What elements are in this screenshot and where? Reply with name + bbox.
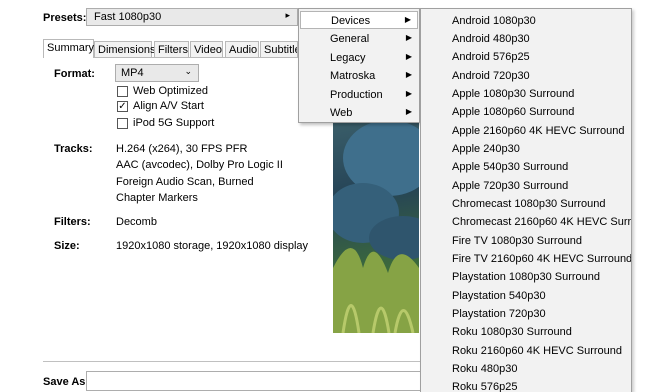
format-label: Format:: [54, 68, 95, 80]
submenu-item[interactable]: Roku 2160p60 4K HEVC Surround: [452, 345, 622, 357]
size-label: Size:: [54, 240, 80, 252]
tab-subtitles[interactable]: Subtitle: [260, 41, 298, 57]
menu-item-web[interactable]: Web ▶: [300, 104, 418, 122]
menu-item-label: Web: [330, 107, 353, 119]
align-av-checkbox[interactable]: ✓: [117, 101, 128, 112]
submenu-item[interactable]: Android 576p25: [452, 51, 530, 63]
submenu-item[interactable]: Fire TV 1080p30 Surround: [452, 235, 582, 247]
menu-item-label: Legacy: [330, 52, 366, 64]
save-as-label: Save As:: [43, 376, 90, 388]
size-value: 1920x1080 storage, 1920x1080 display: [116, 240, 309, 252]
submenu-item[interactable]: Android 480p30: [452, 33, 530, 45]
submenu-item[interactable]: Roku 480p30: [452, 363, 517, 375]
chevron-down-icon: ⌄: [184, 66, 192, 76]
web-optimized-checkbox[interactable]: [117, 86, 128, 97]
submenu-item[interactable]: Apple 540p30 Surround: [452, 161, 568, 173]
track-subtitle: Foreign Audio Scan, Burned: [116, 176, 254, 188]
checkmark-icon: ✓: [118, 101, 127, 112]
track-chapters: Chapter Markers: [116, 192, 198, 204]
ipod-support-label: iPod 5G Support: [133, 117, 215, 129]
tracks-label: Tracks:: [54, 143, 93, 155]
tab-dimensions[interactable]: Dimensions: [94, 41, 155, 57]
menu-item-devices[interactable]: Devices ▶: [300, 11, 418, 29]
align-av-label: Align A/V Start: [133, 100, 204, 112]
submenu-item[interactable]: Playstation 540p30: [452, 290, 546, 302]
chevron-right-icon: ▸: [285, 10, 290, 20]
submenu-item[interactable]: Roku 576p25: [452, 381, 517, 392]
presets-menu: Devices ▶ General ▶ Legacy ▶ Matroska ▶ …: [298, 8, 420, 123]
filters-label: Filters:: [54, 216, 91, 228]
submenu-item[interactable]: Android 720p30: [452, 70, 530, 82]
submenu-item[interactable]: Playstation 720p30: [452, 308, 546, 320]
submenu-item[interactable]: Apple 2160p60 4K HEVC Surround: [452, 125, 624, 137]
track-audio: AAC (avcodec), Dolby Pro Logic II: [116, 159, 283, 171]
chevron-right-icon: ▶: [405, 70, 412, 79]
menu-item-label: Matroska: [330, 70, 376, 82]
chevron-right-icon: ▶: [405, 107, 412, 116]
menu-item-matroska[interactable]: Matroska ▶: [300, 67, 418, 85]
chevron-right-icon: ▶: [404, 15, 411, 24]
content-divider: [43, 361, 420, 362]
submenu-item[interactable]: Chromecast 1080p30 Surround: [452, 198, 605, 210]
submenu-item[interactable]: Fire TV 2160p60 4K HEVC Surround: [452, 253, 631, 265]
submenu-item[interactable]: Apple 1080p30 Surround: [452, 88, 574, 100]
tab-summary[interactable]: Summary: [43, 39, 94, 58]
format-value: MP4: [121, 67, 144, 79]
submenu-item[interactable]: Roku 1080p30 Surround: [452, 326, 572, 338]
presets-value: Fast 1080p30: [94, 11, 162, 23]
web-optimized-label: Web Optimized: [133, 85, 208, 97]
menu-item-label: Devices: [331, 15, 371, 27]
devices-submenu: Android 1080p30 Android 480p30 Android 5…: [420, 8, 632, 392]
tab-filters[interactable]: Filters: [154, 41, 189, 57]
submenu-item[interactable]: Android 1080p30: [452, 15, 536, 27]
submenu-item[interactable]: Chromecast 2160p60 4K HEVC Surround: [452, 216, 631, 228]
menu-item-legacy[interactable]: Legacy ▶: [300, 49, 418, 67]
menu-item-general[interactable]: General ▶: [300, 30, 418, 48]
ipod-support-checkbox[interactable]: [117, 118, 128, 129]
chevron-right-icon: ▶: [405, 89, 412, 98]
preview-image: [333, 118, 419, 333]
format-dropdown[interactable]: MP4 ⌄: [115, 64, 199, 82]
chevron-right-icon: ▶: [405, 33, 412, 42]
save-as-input[interactable]: [86, 371, 422, 391]
menu-item-label: Production: [330, 89, 383, 101]
filters-value: Decomb: [116, 216, 157, 228]
tab-audio[interactable]: Audio: [225, 41, 259, 57]
chevron-right-icon: ▶: [405, 52, 412, 61]
presets-dropdown[interactable]: Fast 1080p30 ▸: [86, 8, 298, 26]
submenu-item[interactable]: Apple 1080p60 Surround: [452, 106, 574, 118]
submenu-item[interactable]: Playstation 1080p30 Surround: [452, 271, 600, 283]
presets-label: Presets:: [43, 12, 87, 24]
menu-item-label: General: [330, 33, 370, 45]
tab-video[interactable]: Video: [190, 41, 223, 57]
submenu-item[interactable]: Apple 720p30 Surround: [452, 180, 568, 192]
submenu-item[interactable]: Apple 240p30: [452, 143, 520, 155]
track-video: H.264 (x264), 30 FPS PFR: [116, 143, 248, 155]
menu-item-production[interactable]: Production ▶: [300, 86, 418, 104]
